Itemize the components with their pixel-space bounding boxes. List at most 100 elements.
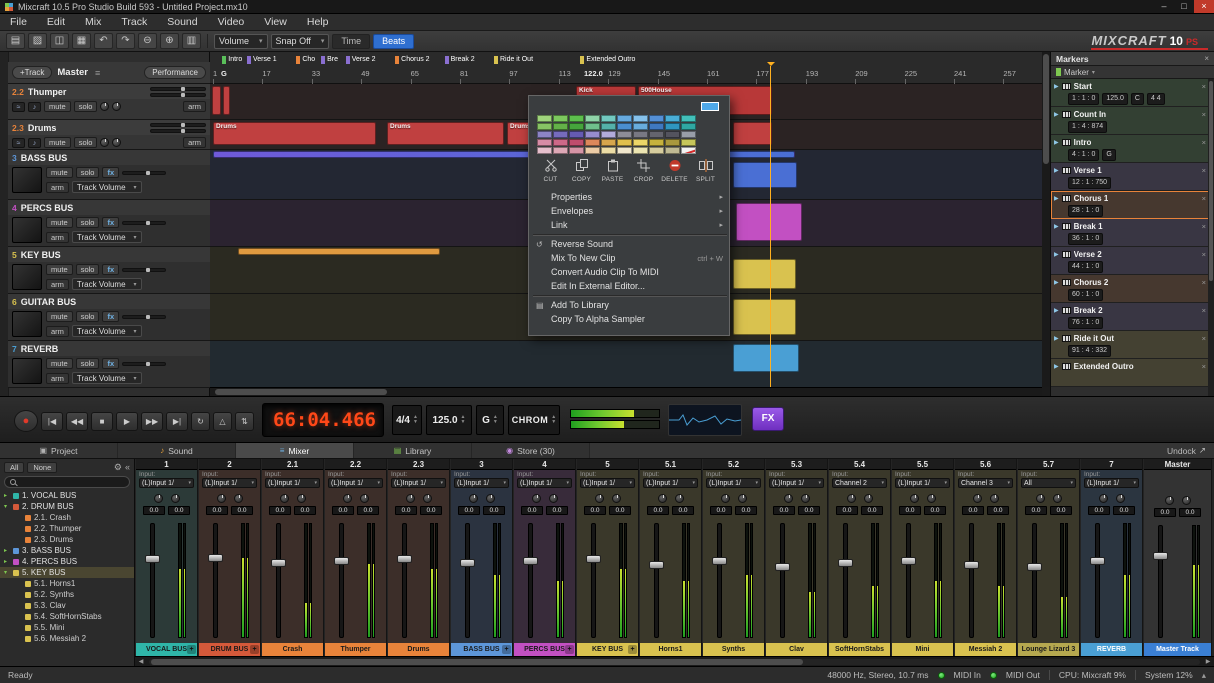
time-mode-button[interactable]: Time bbox=[332, 34, 370, 49]
strip-name[interactable]: Lounge Lizard 3 bbox=[1018, 643, 1079, 656]
lane-reverb[interactable] bbox=[210, 341, 1042, 388]
add-send-icon[interactable]: + bbox=[628, 645, 637, 654]
snap-select[interactable]: Snap Off▾ bbox=[271, 34, 330, 49]
tab-store-30[interactable]: ◉Store (30) bbox=[472, 443, 590, 458]
play-from-marker-icon[interactable]: ▶ bbox=[1054, 111, 1059, 118]
strip-name[interactable]: SoftHornStabs bbox=[829, 643, 890, 656]
eq-high-knob[interactable] bbox=[171, 494, 180, 503]
tree-item-1-vocal-bus[interactable]: ▸1. VOCAL BUS bbox=[0, 490, 134, 501]
fader-track[interactable] bbox=[339, 523, 344, 638]
track-volume-select[interactable]: Track Volume▾ bbox=[72, 181, 142, 193]
waveform-icon[interactable]: ≈ bbox=[12, 138, 25, 148]
eq-high-knob[interactable] bbox=[927, 494, 936, 503]
fader-handle[interactable] bbox=[397, 555, 412, 563]
spinner-icon[interactable]: ▲▼ bbox=[413, 415, 418, 425]
markers-scrollbar[interactable] bbox=[1208, 79, 1214, 396]
strip-name[interactable]: Mini bbox=[892, 643, 953, 656]
color-swatch[interactable] bbox=[649, 115, 664, 122]
add-track-icon[interactable]: ▦ bbox=[72, 33, 91, 49]
marker-type-select[interactable]: Marker ▾ bbox=[1051, 66, 1214, 79]
strip-number[interactable]: 2.2 bbox=[325, 459, 386, 470]
input-select[interactable]: (L)Input 1/▾ bbox=[517, 478, 572, 488]
menu-mix[interactable]: Mix bbox=[75, 14, 111, 31]
color-swatch[interactable] bbox=[665, 147, 680, 154]
fader-track[interactable] bbox=[1095, 523, 1100, 638]
fx-button[interactable]: fx bbox=[102, 264, 119, 275]
color-swatch[interactable] bbox=[649, 139, 664, 146]
marker-key[interactable]: G bbox=[1102, 149, 1115, 161]
fader-track[interactable] bbox=[654, 523, 659, 638]
add-send-icon[interactable]: + bbox=[250, 645, 259, 654]
paste-button[interactable]: PASTE bbox=[597, 158, 628, 183]
color-swatch[interactable] bbox=[601, 147, 616, 154]
fader-track[interactable] bbox=[150, 523, 155, 638]
send-knob[interactable] bbox=[112, 138, 121, 147]
arm-button[interactable]: arm bbox=[46, 279, 69, 290]
fader-handle[interactable] bbox=[649, 561, 664, 569]
marker-tempo[interactable]: 125.0 bbox=[1102, 93, 1128, 105]
mute-button[interactable]: mute bbox=[46, 264, 73, 275]
clip[interactable] bbox=[733, 259, 796, 289]
mute-button[interactable]: mute bbox=[46, 217, 73, 228]
mute-button[interactable]: mute bbox=[46, 358, 73, 369]
fader-handle[interactable] bbox=[1153, 552, 1168, 560]
collapse-panel-icon[interactable]: « bbox=[125, 462, 130, 472]
color-swatch[interactable] bbox=[553, 131, 568, 138]
solo-button[interactable]: solo bbox=[74, 101, 98, 112]
menu-item-envelopes[interactable]: Envelopes▸ bbox=[529, 204, 731, 218]
tree-item-5-3-clav[interactable]: 5.3. Clav bbox=[0, 600, 134, 611]
spinner-icon[interactable]: ▲▼ bbox=[461, 415, 466, 425]
tree-item-5-5-mini[interactable]: 5.5. Mini bbox=[0, 622, 134, 633]
solo-button[interactable]: solo bbox=[76, 311, 100, 322]
redo-icon[interactable]: ↷ bbox=[116, 33, 135, 49]
delete-marker-icon[interactable]: × bbox=[1202, 138, 1206, 147]
solo-button[interactable]: solo bbox=[76, 358, 100, 369]
strip-name[interactable]: REVERB bbox=[1081, 643, 1142, 656]
marker-row-start[interactable]: ▶Start×1 : 1 : 0125.0C4 4 bbox=[1051, 79, 1209, 107]
marker-position[interactable]: 76 : 1 : 0 bbox=[1068, 317, 1103, 329]
eq-low-knob[interactable] bbox=[1099, 494, 1108, 503]
strip-number[interactable]: 3 bbox=[451, 459, 512, 470]
play-from-marker-icon[interactable]: ▶ bbox=[1054, 83, 1059, 90]
add-send-icon[interactable]: + bbox=[565, 645, 574, 654]
new-project-icon[interactable]: ▤ bbox=[6, 33, 25, 49]
go-to-start-button[interactable]: |◀ bbox=[41, 412, 63, 431]
color-swatch[interactable] bbox=[617, 115, 632, 122]
input-select[interactable]: (L)Input 1/▾ bbox=[139, 478, 194, 488]
color-swatch[interactable] bbox=[553, 147, 568, 154]
strip-name[interactable]: PERCS BUS+ bbox=[514, 643, 575, 656]
color-swatch[interactable] bbox=[537, 139, 552, 146]
expand-icon[interactable]: ▸ bbox=[4, 558, 10, 565]
timeline-marker-chorus-2[interactable]: Chorus 2 bbox=[395, 54, 429, 65]
tree-item-5-1-horns1[interactable]: 5.1. Horns1 bbox=[0, 578, 134, 589]
eq-high-knob[interactable] bbox=[1116, 494, 1125, 503]
go-to-end-button[interactable]: ▶| bbox=[166, 412, 188, 431]
pan-slider[interactable] bbox=[150, 129, 206, 133]
fader-track[interactable] bbox=[402, 523, 407, 638]
eq-low-knob[interactable] bbox=[847, 494, 856, 503]
fx-button[interactable]: FX bbox=[752, 407, 784, 431]
marker-position[interactable]: 91 : 4 : 332 bbox=[1068, 345, 1111, 357]
strip-name[interactable]: Crash bbox=[262, 643, 323, 656]
timeline-marker-intro[interactable]: Intro bbox=[222, 54, 242, 65]
fader-handle[interactable] bbox=[523, 557, 538, 565]
color-swatch[interactable] bbox=[569, 123, 584, 130]
expand-icon[interactable]: ▾ bbox=[4, 569, 10, 576]
expand-icon[interactable]: ▾ bbox=[4, 503, 10, 510]
stop-button[interactable]: ■ bbox=[91, 412, 113, 431]
strip-name[interactable]: Messiah 2 bbox=[955, 643, 1016, 656]
eq-low-knob[interactable] bbox=[406, 494, 415, 503]
arm-button[interactable]: arm bbox=[46, 232, 69, 243]
search-input[interactable] bbox=[4, 476, 130, 488]
tab-project[interactable]: ▣Project bbox=[0, 443, 118, 458]
beats-mode-button[interactable]: Beats bbox=[373, 34, 414, 49]
play-from-marker-icon[interactable]: ▶ bbox=[1054, 279, 1059, 286]
scrollbar-thumb[interactable] bbox=[1209, 81, 1213, 281]
metronome-button[interactable]: △ bbox=[213, 412, 232, 431]
pan-slider[interactable] bbox=[150, 93, 206, 97]
marker-row-chorus-1[interactable]: ▶Chorus 1×28 : 1 : 0 bbox=[1051, 191, 1209, 219]
minimize-button[interactable]: – bbox=[1154, 0, 1174, 13]
record-button[interactable]: ● bbox=[14, 410, 38, 432]
eq-low-knob[interactable] bbox=[721, 494, 730, 503]
fader-track[interactable] bbox=[213, 523, 218, 638]
